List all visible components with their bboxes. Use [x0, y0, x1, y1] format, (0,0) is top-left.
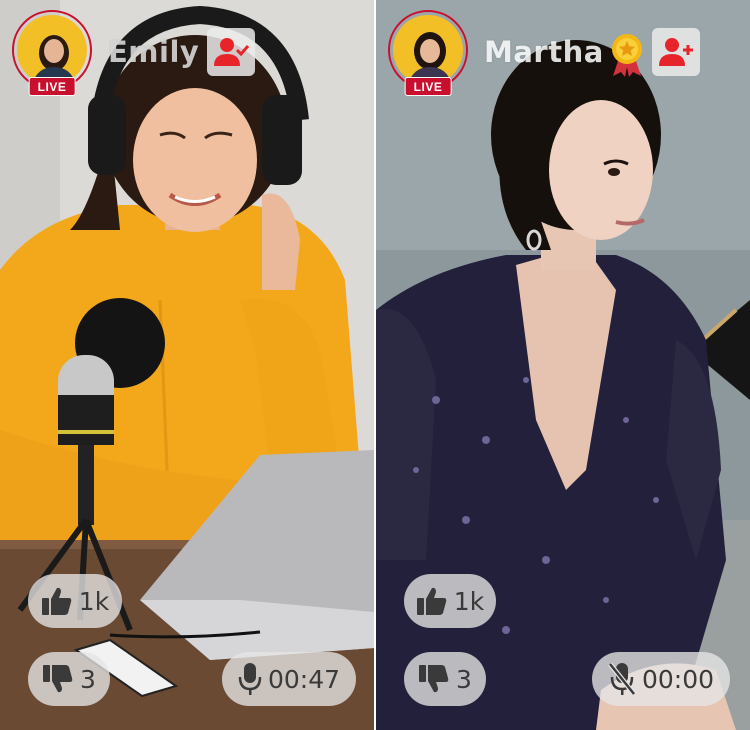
- stream-panel-martha[interactable]: LIVE Martha 1k 3 00:00: [376, 0, 750, 730]
- like-count: 1k: [453, 586, 485, 616]
- mic-timer: 00:00: [641, 664, 715, 694]
- mic-timer-button[interactable]: 00:00: [592, 652, 730, 706]
- stream-panel-emily[interactable]: LIVE Emily 1k 3 00:47: [0, 0, 374, 730]
- live-badge: LIVE: [404, 77, 452, 96]
- follow-button[interactable]: [651, 28, 700, 76]
- stream-header: LIVE Martha: [388, 10, 700, 96]
- live-badge: LIVE: [28, 77, 76, 96]
- microphone-muted-icon: [608, 662, 636, 696]
- avatar-image: [17, 15, 87, 85]
- thumbs-down-icon: [419, 665, 449, 693]
- dislike-button[interactable]: 3: [404, 652, 486, 706]
- thumbs-down-icon: [43, 665, 73, 693]
- user-plus-icon: [658, 38, 693, 66]
- mic-timer-button[interactable]: 00:47: [222, 652, 356, 706]
- gold-medal-icon: [611, 34, 642, 77]
- host-avatar[interactable]: LIVE: [388, 10, 468, 96]
- thumbs-up-icon: [416, 587, 447, 615]
- dislike-count: 3: [456, 664, 472, 694]
- like-button[interactable]: 1k: [28, 574, 122, 628]
- user-check-icon: [214, 38, 250, 66]
- microphone-icon: [238, 663, 262, 695]
- stream-header: LIVE Emily: [12, 10, 256, 96]
- like-button[interactable]: 1k: [404, 574, 496, 628]
- host-avatar[interactable]: LIVE: [12, 10, 92, 96]
- like-count: 1k: [78, 586, 110, 616]
- mic-timer: 00:47: [267, 664, 341, 694]
- following-button[interactable]: [207, 28, 256, 76]
- avatar-image: [393, 15, 463, 85]
- host-name: Emily: [108, 35, 200, 69]
- dislike-button[interactable]: 3: [28, 652, 110, 706]
- dislike-count: 3: [80, 664, 96, 694]
- thumbs-up-icon: [41, 587, 72, 615]
- host-name: Martha: [484, 35, 604, 69]
